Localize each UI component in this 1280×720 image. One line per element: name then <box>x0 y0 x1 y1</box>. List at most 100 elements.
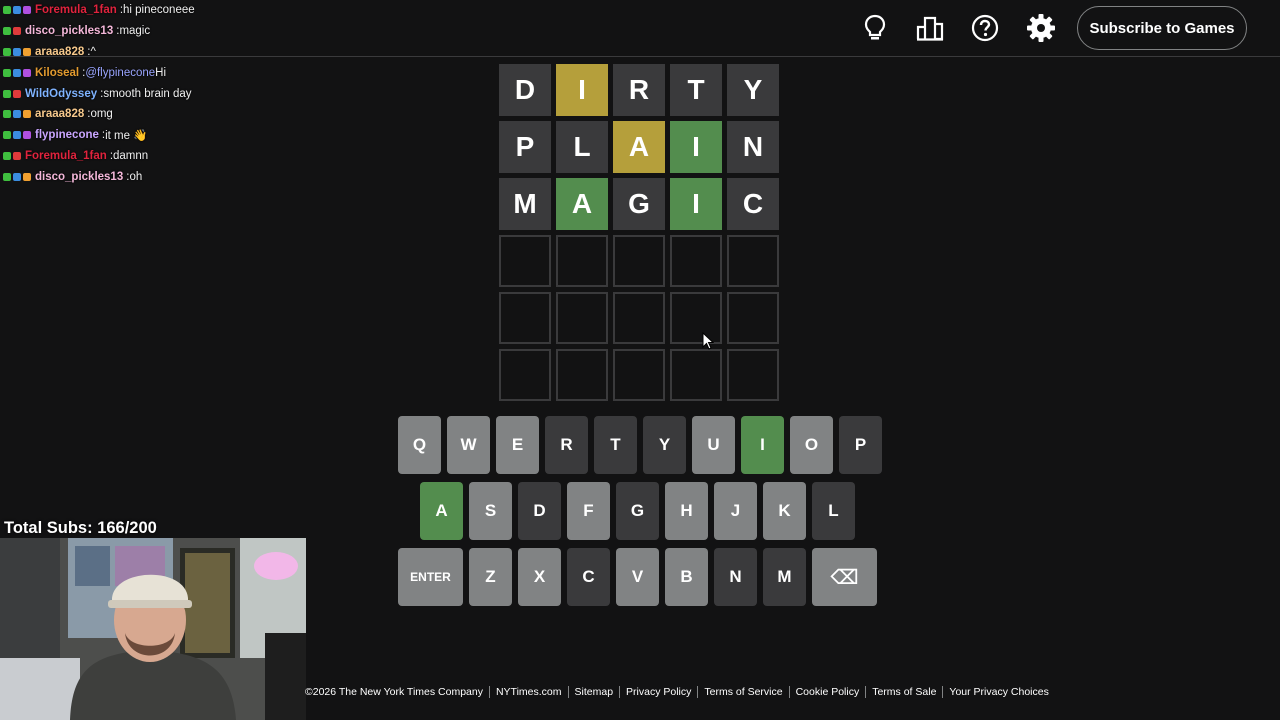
key-p[interactable]: P <box>839 416 882 474</box>
footer-link[interactable]: Your Privacy Choices <box>949 686 1048 698</box>
footer-divider <box>788 686 790 698</box>
board-row <box>499 292 779 344</box>
chat-username[interactable]: araaa828 <box>35 108 84 120</box>
key-l[interactable]: L <box>812 482 855 540</box>
footer-divider <box>567 686 569 698</box>
key-a[interactable]: A <box>420 482 463 540</box>
webcam-feed <box>0 538 306 720</box>
key-m[interactable]: M <box>763 548 806 606</box>
chat-message: flypinecone: it me 👋 <box>3 125 303 146</box>
key-u[interactable]: U <box>692 416 735 474</box>
board-row <box>499 349 779 401</box>
key-e[interactable]: E <box>496 416 539 474</box>
key-y[interactable]: Y <box>643 416 686 474</box>
stats-icon[interactable] <box>912 10 948 46</box>
chat-badges-icon <box>3 131 31 140</box>
key-t[interactable]: T <box>594 416 637 474</box>
help-icon[interactable] <box>967 10 1003 46</box>
key-k[interactable]: K <box>763 482 806 540</box>
key-w[interactable]: W <box>447 416 490 474</box>
key-h[interactable]: H <box>665 482 708 540</box>
page-footer: ©2026 The New York Times Company NYTimes.… <box>305 685 1049 699</box>
footer-link[interactable]: NYTimes.com <box>496 686 562 698</box>
chat-username[interactable]: Foremula_1fan <box>25 150 107 162</box>
chat-message: araaa828: ^ <box>3 42 303 63</box>
chat-text: damnn <box>113 149 149 162</box>
chat-text: omg <box>90 108 113 121</box>
footer-divider <box>488 686 490 698</box>
key-b[interactable]: B <box>665 548 708 606</box>
hint-icon[interactable] <box>857 10 893 46</box>
chat-text: it me 👋 <box>105 130 148 143</box>
keyboard-row: ASDFGHJKL <box>420 482 882 540</box>
key-x[interactable]: X <box>518 548 561 606</box>
letter-tile <box>670 292 722 344</box>
chat-message: disco_pickles13: oh <box>3 166 303 187</box>
settings-icon[interactable] <box>1023 10 1059 46</box>
key-g[interactable]: G <box>616 482 659 540</box>
key-enter[interactable]: ENTER <box>398 548 463 606</box>
chat-mention[interactable]: @flypinecone <box>85 67 155 79</box>
letter-tile: A <box>613 121 665 173</box>
letter-tile: L <box>556 121 608 173</box>
chat-badges-icon <box>3 89 21 98</box>
letter-tile: R <box>613 64 665 116</box>
letter-tile <box>613 235 665 287</box>
key-i[interactable]: I <box>741 416 784 474</box>
chat-message: Kiloseal: @flypinecone Hi <box>3 62 303 83</box>
letter-tile: C <box>727 178 779 230</box>
chat-username[interactable]: Kiloseal <box>35 67 79 79</box>
footer-divider <box>942 686 944 698</box>
footer-link[interactable]: Terms of Sale <box>872 686 936 698</box>
footer-link[interactable]: Cookie Policy <box>796 686 860 698</box>
chat-badges-icon <box>3 47 31 56</box>
letter-tile <box>727 292 779 344</box>
letter-tile: I <box>670 178 722 230</box>
key-j[interactable]: J <box>714 482 757 540</box>
chat-badges-icon <box>3 110 31 119</box>
chat-text: smooth brain day <box>103 87 192 100</box>
key-o[interactable]: O <box>790 416 833 474</box>
letter-tile <box>499 292 551 344</box>
letter-tile <box>499 349 551 401</box>
footer-link[interactable]: Sitemap <box>575 686 614 698</box>
letter-tile: D <box>499 64 551 116</box>
chat-username[interactable]: flypinecone <box>35 129 99 141</box>
footer-link[interactable]: Privacy Policy <box>626 686 691 698</box>
chat-badges-icon <box>3 27 21 36</box>
game-board: DIRTYPLAINMAGIC <box>499 64 779 406</box>
chat-username[interactable]: Foremula_1fan <box>35 4 117 16</box>
letter-tile: Y <box>727 64 779 116</box>
key-d[interactable]: D <box>518 482 561 540</box>
chat-username[interactable]: disco_pickles13 <box>35 171 123 183</box>
chat-username[interactable]: araaa828 <box>35 46 84 58</box>
key-r[interactable]: R <box>545 416 588 474</box>
chat-text: oh <box>129 170 143 183</box>
footer-divider <box>865 686 867 698</box>
chat-text: ^ <box>90 45 96 58</box>
key-v[interactable]: V <box>616 548 659 606</box>
key-s[interactable]: S <box>469 482 512 540</box>
footer-link[interactable]: Terms of Service <box>704 686 782 698</box>
letter-tile: N <box>727 121 779 173</box>
key-c[interactable]: C <box>567 548 610 606</box>
stream-chat: Foremula_1fan: hi pineconeee disco_pickle… <box>3 0 303 187</box>
backspace-key[interactable]: ⌫ <box>812 548 877 606</box>
key-q[interactable]: Q <box>398 416 441 474</box>
letter-tile <box>499 235 551 287</box>
key-f[interactable]: F <box>567 482 610 540</box>
letter-tile <box>670 235 722 287</box>
board-row: DIRTY <box>499 64 779 116</box>
chat-username[interactable]: WildOdyssey <box>25 88 97 100</box>
chat-text: hi pineconeee <box>123 4 195 17</box>
key-z[interactable]: Z <box>469 548 512 606</box>
letter-tile <box>727 235 779 287</box>
key-n[interactable]: N <box>714 548 757 606</box>
chat-text: magic <box>119 25 151 38</box>
subscribe-button[interactable]: Subscribe to Games <box>1077 6 1247 50</box>
letter-tile <box>613 292 665 344</box>
chat-message: WildOdyssey: smooth brain day <box>3 83 303 104</box>
chat-badges-icon <box>3 6 31 15</box>
chat-username[interactable]: disco_pickles13 <box>25 25 113 37</box>
chat-message: araaa828: omg <box>3 104 303 125</box>
